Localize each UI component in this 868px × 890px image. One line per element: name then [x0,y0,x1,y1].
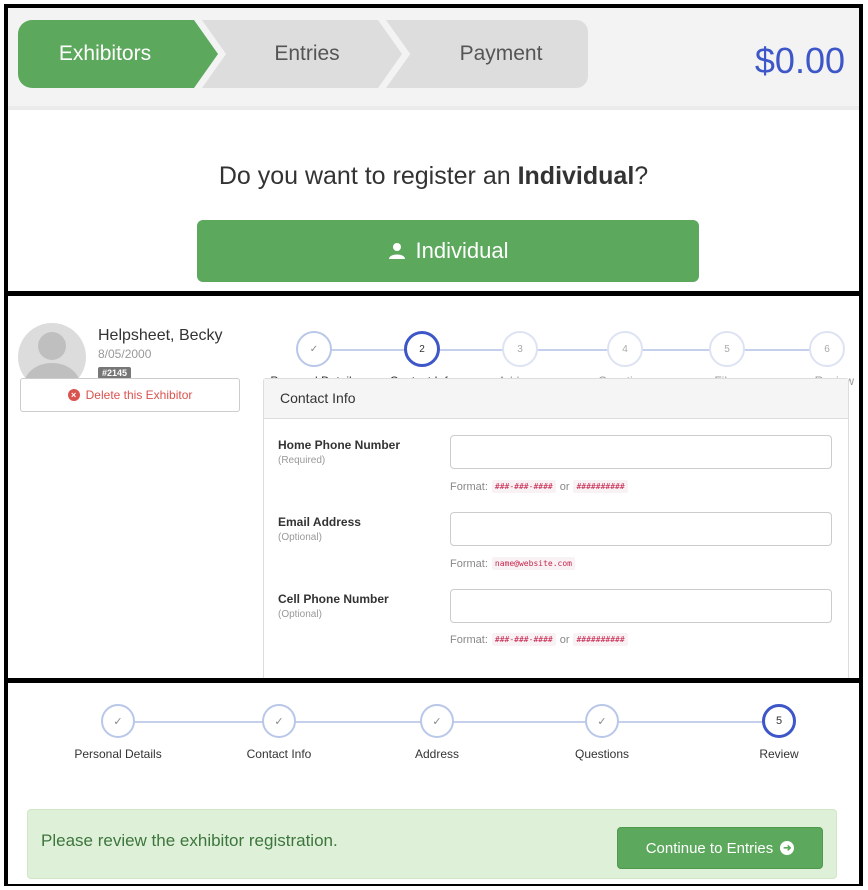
format-prefix: Format: [450,557,488,570]
step-badge-2[interactable]: 2 [404,331,440,367]
breadcrumb-payment[interactable]: Payment [386,20,588,88]
format-prefix: Format: [450,633,488,646]
step-badge-6[interactable]: 6 [809,331,845,367]
cart-total: $0.00 [754,40,845,81]
wizard-top-connector [318,349,838,351]
step-check-icon-1[interactable]: ✓ [296,331,332,367]
delete-exhibitor-label: Delete this Exhibitor [85,388,193,402]
step-check-icon-1[interactable]: ✓ [101,704,135,738]
cell-phone-format: Format: ###-###-#### or ########## [450,633,628,646]
card-title: Contact Info [264,379,848,419]
step-check-icon-3[interactable]: ✓ [420,704,454,738]
review-message: Please review the exhibitor registration… [41,831,338,850]
home-phone-note: (Required) [278,455,326,466]
remove-icon: × [67,389,80,401]
step-check-icon-2[interactable]: ✓ [262,704,296,738]
continue-to-entries-button[interactable]: Continue to Entries ➜ [617,827,823,869]
step-label-3: Address [414,747,460,761]
exhibitor-name: Helpsheet, Becky [98,327,223,344]
email-format: Format: name@website.com [450,557,575,570]
individual-button[interactable]: Individual [197,220,699,282]
exhibitor-dob: 8/05/2000 [98,347,152,361]
email-note: (Optional) [278,532,322,543]
individual-button-label: Individual [415,238,509,263]
home-phone-input[interactable] [450,435,832,469]
breadcrumb-exhibitors[interactable]: Exhibitors [18,20,218,88]
email-label: Email Address [278,515,361,529]
arrow-right-circle-icon: ➜ [780,841,795,855]
format-email: name@website.com [491,557,575,570]
email-field[interactable] [450,512,832,546]
step-label-2: Contact Info [246,747,312,761]
contact-info-card: Contact Info Home Phone Number (Required… [263,378,849,680]
format-prefix: Format: [450,480,488,493]
format-digits: ########## [573,633,628,646]
cell-phone-note: (Optional) [278,609,322,620]
question-entity: Individual [517,162,635,190]
step-badge-5[interactable]: 5 [762,704,796,738]
cell-phone-label: Cell Phone Number [278,592,389,606]
user-icon [388,243,405,259]
step-label-1: Personal Details [74,747,162,761]
continue-label: Continue to Entries [645,839,774,857]
review-panel: ✓ Personal Details ✓ Contact Info ✓ Address ✓ Q… [4,678,863,886]
review-alert: Please review the exhibitor registration… [27,809,837,879]
step-check-icon-4[interactable]: ✓ [585,704,619,738]
home-phone-label: Home Phone Number [278,438,401,452]
delete-exhibitor-button[interactable]: × Delete this Exhibitor [20,378,240,412]
question-prefix: Do you want to register an [218,162,518,190]
format-or: or [559,480,570,493]
contact-info-panel: Helpsheet, Becky 8/05/2000 #2145 × Delet… [4,295,863,680]
step-badge-3[interactable]: 3 [502,331,538,367]
avatar-head-shape [38,332,66,360]
cell-phone-input[interactable] [450,589,832,623]
register-question: Do you want to register an Individual? [8,162,859,191]
step-label-4: Questions [574,747,630,761]
format-digits: ########## [573,480,628,493]
checkout-progress-bar: Exhibitors Entries Payment $0.00 [8,8,859,110]
question-suffix: ? [634,162,649,190]
step-label-5: Review [759,747,799,761]
step-badge-5[interactable]: 5 [709,331,745,367]
format-or: or [559,633,570,646]
home-phone-format: Format: ###-###-#### or ########## [450,480,628,493]
format-dashed: ###-###-#### [491,633,556,646]
step-badge-4[interactable]: 4 [607,331,643,367]
format-dashed: ###-###-#### [491,480,556,493]
register-type-panel: Exhibitors Entries Payment $0.00 Do you … [4,4,863,295]
breadcrumb-entries[interactable]: Entries [202,20,402,88]
